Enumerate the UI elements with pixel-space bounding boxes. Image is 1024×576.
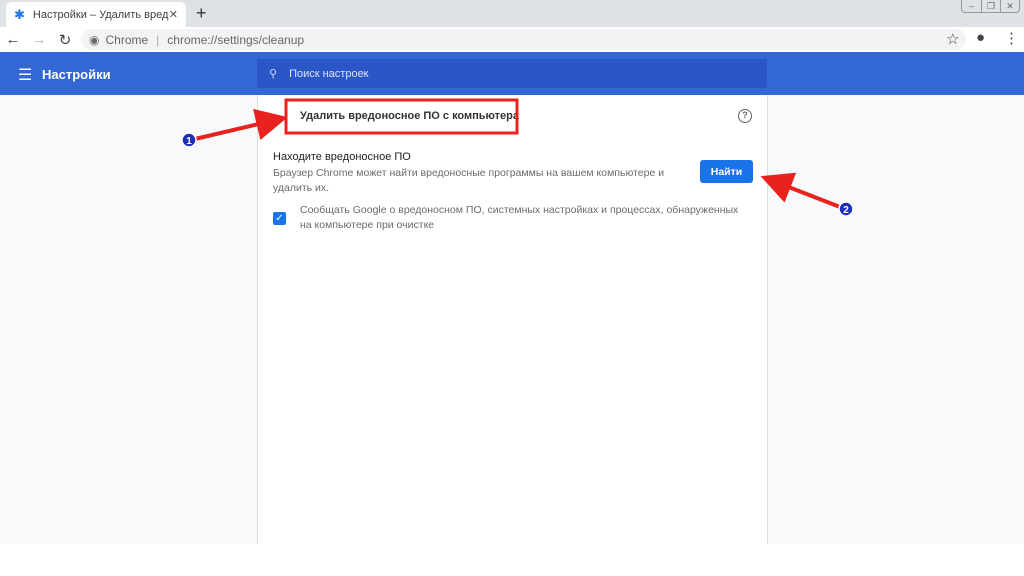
browser-toolbar: ← → ↻ ◉ Chrome | chrome://settings/clean… bbox=[0, 27, 1024, 52]
more-icon[interactable]: ⋮ bbox=[1004, 29, 1019, 47]
header-title: Настройки bbox=[42, 67, 111, 82]
search-icon: ⚲ bbox=[269, 68, 278, 80]
minimize-icon[interactable]: – bbox=[962, 0, 981, 12]
chrome-icon: ◉ bbox=[89, 32, 100, 47]
url-text: chrome://settings/cleanup bbox=[167, 32, 305, 47]
star-icon[interactable]: ☆ bbox=[946, 30, 959, 48]
forward-icon[interactable]: → bbox=[26, 31, 52, 48]
back-arrow-icon[interactable]: ← bbox=[272, 107, 287, 124]
url-prefix: Chrome bbox=[105, 32, 149, 47]
account-icon[interactable]: ● bbox=[976, 29, 985, 46]
tab-strip: ✱ Настройки – Удалить вредонос ✕ + – ❐ ✕ bbox=[0, 0, 1024, 27]
checkbox-label: Сообщать Google о вредоносном ПО, систем… bbox=[300, 204, 739, 231]
menu-icon[interactable]: ☰ bbox=[18, 65, 32, 85]
help-icon[interactable]: ? bbox=[738, 109, 752, 123]
search-box[interactable]: ⚲ bbox=[257, 59, 767, 88]
settings-card: ← Удалить вредоносное ПО с компьютера ? … bbox=[257, 95, 768, 544]
address-bar[interactable]: ◉ Chrome | chrome://settings/cleanup bbox=[81, 29, 966, 50]
plus-icon[interactable]: + bbox=[196, 3, 207, 24]
section-description: Браузер Chrome может найти вредоносные п… bbox=[273, 167, 665, 194]
back-icon[interactable]: ← bbox=[0, 31, 26, 48]
main-area: ← Удалить вредоносное ПО с компьютера ? … bbox=[0, 95, 1024, 544]
close-window-icon[interactable]: ✕ bbox=[1000, 0, 1019, 12]
page-title: Удалить вредоносное ПО с компьютера bbox=[300, 110, 520, 122]
search-input[interactable] bbox=[289, 67, 690, 80]
close-icon[interactable]: ✕ bbox=[169, 8, 178, 21]
report-checkbox[interactable]: ✓ bbox=[273, 212, 286, 225]
window-controls: – ❐ ✕ bbox=[961, 0, 1020, 13]
gear-icon: ✱ bbox=[14, 6, 25, 22]
restore-icon[interactable]: ❐ bbox=[981, 0, 1000, 12]
section-title: Находите вредоносное ПО bbox=[273, 151, 411, 163]
find-button[interactable]: Найти bbox=[700, 160, 753, 183]
tab-settings[interactable]: ✱ Настройки – Удалить вредонос ✕ bbox=[6, 2, 186, 27]
settings-header: ☰ Настройки ⚲ bbox=[0, 52, 1024, 95]
tab-title: Настройки – Удалить вредонос bbox=[32, 8, 169, 21]
reload-icon[interactable]: ↻ bbox=[52, 31, 78, 49]
